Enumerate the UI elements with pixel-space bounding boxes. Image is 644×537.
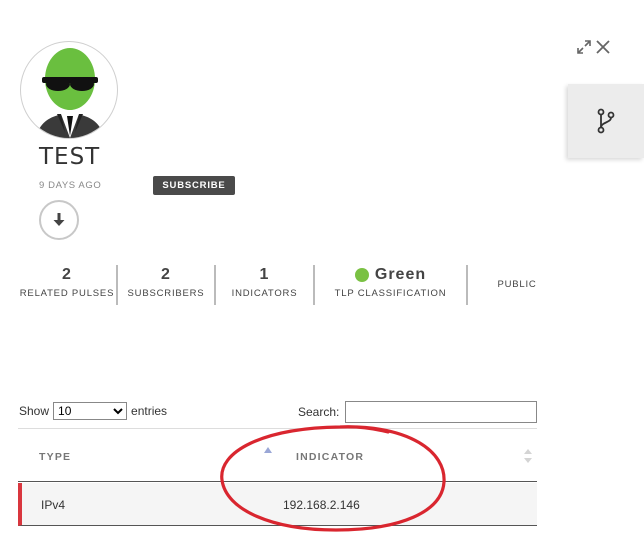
page-title: TEST <box>39 144 101 170</box>
table-row[interactable]: IPv4 192.168.2.146 <box>18 483 537 526</box>
download-button[interactable] <box>39 200 79 240</box>
tlp-value: Green <box>354 265 427 285</box>
expand-icon[interactable] <box>577 40 591 54</box>
stat-related-pulses[interactable]: 2 RELATED PULSES <box>18 265 116 305</box>
stat-indicators[interactable]: 1 INDICATORS <box>216 265 313 305</box>
stats-bar: 2 RELATED PULSES 2 SUBSCRIBERS 1 INDICAT… <box>18 265 566 305</box>
stat-label: RELATED PULSES <box>19 288 115 299</box>
sort-ascending-icon[interactable] <box>264 447 272 453</box>
subscribe-button[interactable]: SUBSCRIBE <box>153 176 235 195</box>
stat-label: SUBSCRIBERS <box>127 288 205 299</box>
cell-indicator[interactable]: 192.168.2.146 <box>283 498 360 512</box>
fork-pulse-button[interactable] <box>568 84 644 158</box>
alien-avatar-icon <box>35 48 105 138</box>
avatar <box>20 41 118 139</box>
stat-tlp-classification: Green TLP CLASSIFICATION <box>315 265 466 305</box>
entries-label: entries <box>131 404 168 418</box>
visibility-label: PUBLIC <box>497 279 537 290</box>
stat-label: INDICATORS <box>231 288 298 299</box>
close-icon[interactable] <box>596 40 610 54</box>
column-header-indicator[interactable]: INDICATOR <box>296 451 364 463</box>
search-label: Search: <box>298 405 340 419</box>
column-header-type[interactable]: TYPE <box>39 451 71 463</box>
stat-subscribers[interactable]: 2 SUBSCRIBERS <box>118 265 214 305</box>
stat-visibility: PUBLIC <box>468 265 566 305</box>
tlp-value-text: Green <box>374 266 427 283</box>
page-size-control: Show 102550100 entries <box>19 402 167 420</box>
show-label: Show <box>19 404 50 418</box>
download-icon <box>53 213 65 226</box>
git-branch-icon <box>597 108 615 134</box>
sort-icon[interactable] <box>524 449 532 463</box>
stat-label: TLP CLASSIFICATION <box>334 288 447 299</box>
search-input[interactable] <box>345 401 537 423</box>
stat-value: 2 <box>161 266 171 283</box>
cell-type: IPv4 <box>41 498 66 512</box>
pulse-age: 9 DAYS AGO <box>39 180 102 191</box>
stat-value: 1 <box>259 266 270 283</box>
table-header: TYPE INDICATOR <box>18 428 537 482</box>
page-size-select[interactable]: 102550100 <box>53 402 128 420</box>
tlp-status-dot-icon <box>354 268 369 282</box>
stat-value: 2 <box>62 266 72 283</box>
